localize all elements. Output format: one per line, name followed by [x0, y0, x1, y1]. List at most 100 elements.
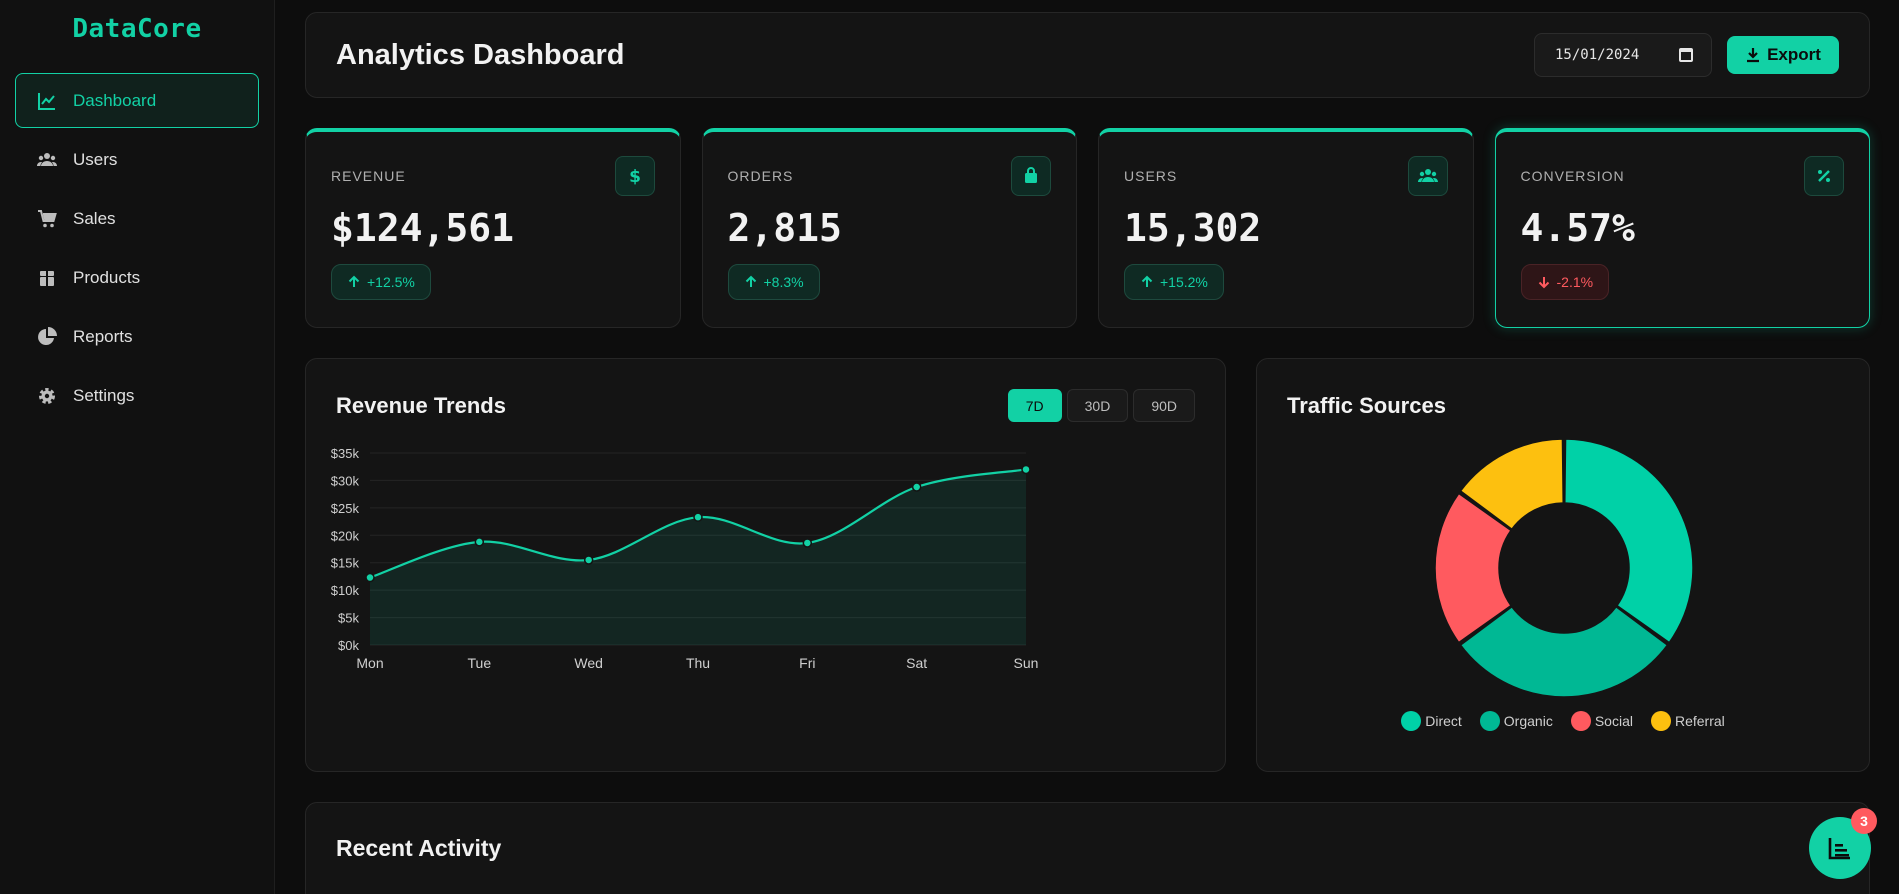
revenue-point — [693, 512, 703, 522]
range-selector: 7D 30D 90D — [1007, 389, 1195, 422]
x-tick-label: Mon — [356, 655, 383, 671]
revenue-trends-panel: $0k $5k $10k $15k $20k $25k $30k $35k Mon Tue Wed T… — [305, 358, 1226, 772]
change-badge: -2.1% — [1520, 264, 1610, 300]
revenue-point — [802, 538, 813, 548]
traffic-sources-panel: Traffic Sources Direct Organic Social Refer… — [1256, 358, 1870, 772]
stat-label: USERS — [1124, 168, 1178, 184]
legend-label: Referral — [1674, 713, 1725, 729]
date-picker[interactable]: 15/01/2024 — [1534, 33, 1712, 77]
y-tick-label: $25k — [331, 501, 360, 516]
legend-item-referral[interactable]: Referral — [1650, 711, 1725, 731]
revenue-point — [365, 572, 375, 583]
legend-swatch — [1570, 711, 1591, 731]
stat-card-conversion: CONVERSION 4.57% -2.1% — [1494, 128, 1870, 328]
export-label: Export — [1767, 45, 1821, 64]
calendar-icon[interactable] — [1679, 48, 1693, 62]
stat-card-revenue: REVENUE $ $124,561 +12.5% — [305, 128, 681, 328]
arrow-up-icon — [348, 275, 360, 287]
sidebar-item-products[interactable]: Products — [15, 250, 259, 305]
sidebar: DataCore Dashboard Users Sales Products — [0, 0, 275, 894]
stat-value: 4.57% — [1520, 206, 1635, 250]
y-tick-label: $30k — [331, 473, 360, 488]
legend-item-organic[interactable]: Organic — [1479, 711, 1553, 731]
sidebar-item-reports[interactable]: Reports — [15, 309, 259, 364]
sidebar-item-sales[interactable]: Sales — [15, 191, 259, 246]
header-actions: 15/01/2024 Export — [1534, 33, 1839, 77]
date-value: 15/01/2024 — [1555, 47, 1640, 63]
export-button[interactable]: Export — [1727, 36, 1839, 74]
sidebar-item-label: Sales — [73, 208, 116, 228]
x-tick-label: Sat — [906, 655, 927, 671]
page-title: Analytics Dashboard — [336, 38, 625, 71]
stat-value: $124,561 — [331, 206, 515, 250]
change-value: +12.5% — [367, 274, 415, 290]
legend-item-social[interactable]: Social — [1570, 711, 1633, 731]
sidebar-item-settings[interactable]: Settings — [15, 368, 259, 423]
stat-label: ORDERS — [727, 168, 794, 184]
activity-panel-title: Recent Activity — [336, 835, 502, 861]
stat-card-orders: ORDERS 2,815 +8.3% — [701, 128, 1077, 328]
stat-label: CONVERSION — [1520, 168, 1625, 184]
revenue-point — [474, 537, 485, 547]
x-tick-label: Wed — [574, 655, 603, 671]
range-button-90d[interactable]: 90D — [1133, 389, 1195, 422]
dollar-icon: $ — [614, 156, 655, 196]
donut-slice-direct — [1564, 438, 1694, 644]
arrow-down-icon — [1538, 277, 1549, 289]
pie-chart-icon — [36, 326, 58, 348]
recent-activity-panel: Recent Activity — [305, 802, 1870, 894]
x-tick-label: Thu — [686, 655, 710, 671]
notifications-fab[interactable]: 3 — [1809, 808, 1877, 879]
change-badge: +8.3% — [727, 264, 820, 300]
stats-row: REVENUE $ $124,561 +12.5% ORDERS 2,815 +… — [305, 128, 1870, 328]
y-tick-label: $0k — [338, 638, 359, 653]
y-tick-label: $15k — [331, 556, 360, 571]
range-button-30d[interactable]: 30D — [1066, 389, 1129, 422]
revenue-point — [1021, 464, 1031, 475]
change-value: -2.1% — [1556, 274, 1594, 290]
change-value: +15.2% — [1160, 274, 1208, 290]
revenue-point — [583, 555, 594, 565]
box-icon — [36, 267, 58, 289]
charts-row: $0k $5k $10k $15k $20k $25k $30k $35k Mon Tue Wed T… — [305, 358, 1870, 772]
sidebar-item-label: Users — [73, 149, 118, 169]
legend-swatch — [1479, 711, 1500, 731]
sidebar-item-users[interactable]: Users — [15, 132, 259, 187]
legend-swatch — [1401, 711, 1422, 731]
cart-icon — [36, 208, 58, 230]
sidebar-item-dashboard[interactable]: Dashboard — [15, 73, 259, 128]
y-tick-label: $10k — [331, 583, 360, 598]
revenue-panel-title: Revenue Trends — [336, 393, 506, 418]
legend-item-direct[interactable]: Direct — [1401, 711, 1462, 731]
sidebar-nav: Dashboard Users Sales Products Reports S… — [0, 73, 274, 423]
x-tick-label: Tue — [468, 655, 492, 671]
main-content: Analytics Dashboard 15/01/2024 Export RE… — [305, 12, 1870, 894]
sidebar-item-label: Reports — [73, 326, 133, 346]
legend-label: Direct — [1425, 713, 1462, 729]
stat-value: 15,302 — [1124, 206, 1262, 250]
range-button-7d[interactable]: 7D — [1007, 389, 1062, 422]
sidebar-item-label: Dashboard — [73, 90, 157, 110]
gear-icon — [36, 385, 58, 407]
arrow-up-icon — [1141, 275, 1153, 287]
page-header: Analytics Dashboard 15/01/2024 Export — [305, 12, 1870, 98]
revenue-area-fill — [370, 469, 1026, 645]
brand-logo: DataCore — [72, 14, 202, 44]
chart-bar-icon — [1828, 838, 1850, 860]
donut-slice-organic — [1459, 605, 1669, 698]
users-icon — [36, 149, 58, 171]
x-tick-label: Fri — [799, 655, 815, 671]
notification-count-badge: 3 — [1851, 808, 1877, 834]
legend-swatch — [1650, 711, 1671, 731]
revenue-point — [911, 482, 922, 492]
stat-card-users: USERS 15,302 +15.2% — [1098, 128, 1474, 328]
x-tick-label: Sun — [1014, 655, 1039, 671]
download-icon — [1747, 48, 1760, 63]
change-badge: +12.5% — [331, 264, 431, 300]
stat-value: 2,815 — [727, 206, 842, 250]
svg-text:$: $ — [629, 167, 641, 186]
sidebar-item-label: Products — [73, 267, 141, 287]
change-badge: +15.2% — [1124, 264, 1224, 300]
y-tick-label: $35k — [331, 446, 360, 461]
y-tick-label: $5k — [338, 611, 359, 626]
